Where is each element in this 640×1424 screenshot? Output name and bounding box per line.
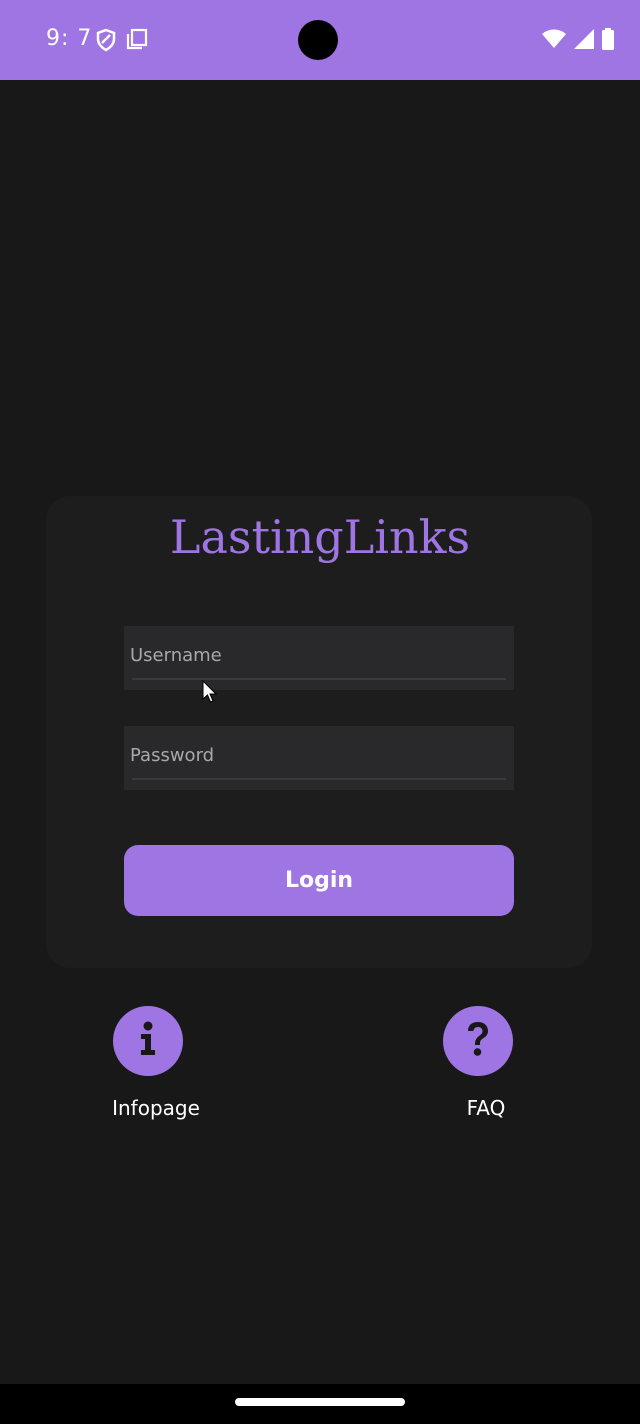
home-gesture-handle[interactable] xyxy=(235,1398,405,1406)
battery-icon xyxy=(602,28,614,54)
copy-icon xyxy=(126,28,148,56)
app-title: LastingLinks xyxy=(169,510,471,564)
status-icons-right xyxy=(542,28,614,54)
signal-icon xyxy=(574,29,594,53)
info-icon xyxy=(136,1021,160,1061)
infopage-label[interactable]: Infopage xyxy=(76,1096,236,1120)
faq-label[interactable]: FAQ xyxy=(406,1096,566,1120)
infopage-button[interactable] xyxy=(113,1006,183,1076)
status-time: 9: 7 xyxy=(46,26,93,51)
status-icons-left xyxy=(96,28,148,56)
mouse-cursor-icon xyxy=(202,679,218,708)
wifi-icon xyxy=(542,29,566,53)
username-underline xyxy=(132,678,506,680)
question-icon xyxy=(464,1020,492,1062)
password-field-container xyxy=(124,726,514,790)
shield-icon xyxy=(96,28,116,56)
login-button[interactable]: Login xyxy=(124,845,514,916)
username-field-container xyxy=(124,626,514,690)
password-underline xyxy=(132,778,506,780)
username-input[interactable] xyxy=(130,640,502,670)
faq-button[interactable] xyxy=(443,1006,513,1076)
password-input[interactable] xyxy=(130,740,502,770)
status-bar: 9: 7 xyxy=(0,0,640,80)
front-camera xyxy=(298,20,338,60)
